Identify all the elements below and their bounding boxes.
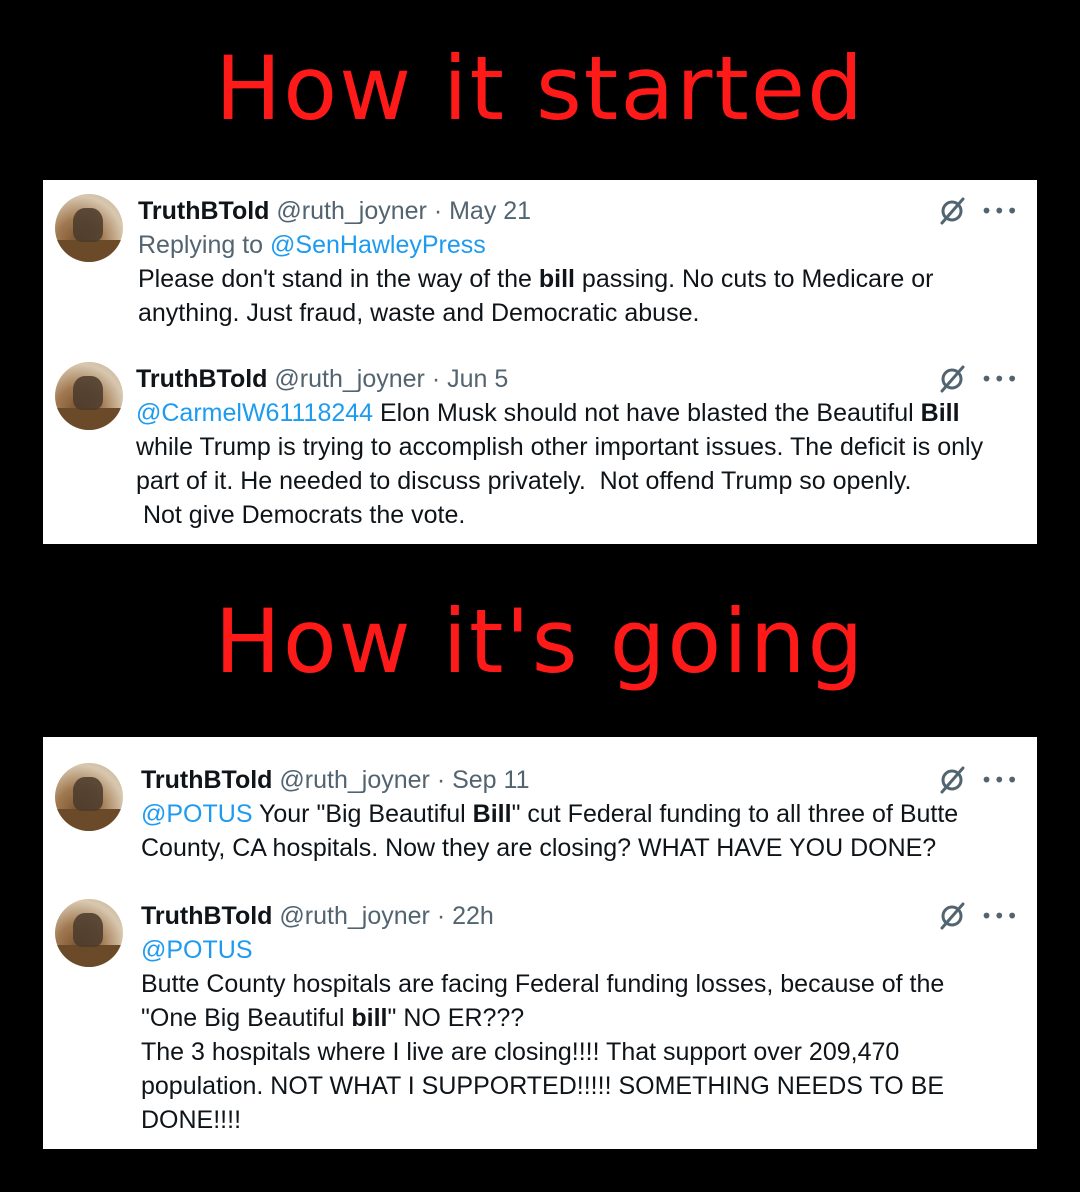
- reply-mention-link[interactable]: @SenHawleyPress: [270, 231, 486, 259]
- text-segment: Elon Musk should not have blasted the Be…: [373, 399, 921, 427]
- more-icon[interactable]: •••: [981, 906, 1019, 926]
- display-name[interactable]: TruthBTold: [136, 365, 267, 393]
- handle[interactable]: @ruth_joyner: [274, 365, 424, 393]
- timestamp[interactable]: 22h: [452, 902, 494, 930]
- tweet-panel-top: TruthBTold @ruth_joyner · May 21 Replyin…: [43, 180, 1037, 544]
- text-segment: Butte County hospitals are facing Federa…: [141, 970, 945, 1032]
- separator: ·: [433, 197, 443, 225]
- more-icon[interactable]: •••: [981, 770, 1019, 790]
- display-name[interactable]: TruthBTold: [141, 902, 272, 930]
- avatar[interactable]: [55, 899, 123, 967]
- text-segment: Your "Big Beautiful: [252, 800, 473, 828]
- tweet-text: @CarmelW61118244 Elon Musk should not ha…: [136, 396, 1017, 532]
- mention-link[interactable]: @POTUS: [141, 936, 253, 964]
- separator: ·: [436, 902, 446, 930]
- handle[interactable]: @ruth_joyner: [279, 902, 429, 930]
- tweet-panel-bottom: TruthBTold @ruth_joyner · Sep 11 @POTUS …: [43, 737, 1037, 1149]
- avatar[interactable]: [55, 194, 123, 262]
- timestamp[interactable]: May 21: [449, 197, 531, 225]
- tweet-text: @POTUS Butte County hospitals are facing…: [141, 933, 997, 1137]
- heading-how-it-started: How it started: [215, 37, 865, 140]
- grok-icon[interactable]: [937, 196, 967, 226]
- bold-word: bill: [538, 265, 575, 293]
- tweet-text: Please don't stand in the way of the bil…: [138, 262, 1009, 330]
- separator: ·: [431, 365, 441, 393]
- bold-word: Bill: [920, 399, 960, 427]
- tweet-text: @POTUS Your "Big Beautiful Bill" cut Fed…: [141, 797, 997, 865]
- handle[interactable]: @ruth_joyner: [276, 197, 426, 225]
- bold-word: Bill: [472, 800, 512, 828]
- heading-how-its-going: How it's going: [214, 590, 866, 693]
- replying-to-label: Replying to: [138, 231, 271, 259]
- separator: ·: [436, 766, 446, 794]
- avatar[interactable]: [55, 362, 123, 430]
- timestamp[interactable]: Sep 11: [452, 766, 529, 794]
- timestamp[interactable]: Jun 5: [447, 365, 508, 393]
- tweet[interactable]: TruthBTold @ruth_joyner · May 21 Replyin…: [43, 180, 1037, 348]
- text-segment: Please don't stand in the way of the: [138, 265, 539, 293]
- display-name[interactable]: TruthBTold: [141, 766, 272, 794]
- more-icon[interactable]: •••: [981, 369, 1019, 389]
- more-icon[interactable]: •••: [981, 201, 1019, 221]
- handle[interactable]: @ruth_joyner: [279, 766, 429, 794]
- grok-icon[interactable]: [937, 901, 967, 931]
- grok-icon[interactable]: [937, 364, 967, 394]
- replying-to: Replying to @SenHawleyPress: [138, 228, 1009, 262]
- grok-icon[interactable]: [937, 765, 967, 795]
- mention-link[interactable]: @POTUS: [141, 800, 253, 828]
- avatar[interactable]: [55, 763, 123, 831]
- tweet[interactable]: TruthBTold @ruth_joyner · Jun 5 @CarmelW…: [43, 348, 1037, 544]
- display-name[interactable]: TruthBTold: [138, 197, 269, 225]
- mention-link[interactable]: @CarmelW61118244: [136, 399, 373, 427]
- tweet[interactable]: TruthBTold @ruth_joyner · 22h @POTUS But…: [43, 885, 1037, 1147]
- bold-word: bill: [351, 1004, 388, 1032]
- tweet[interactable]: TruthBTold @ruth_joyner · Sep 11 @POTUS …: [43, 749, 1037, 877]
